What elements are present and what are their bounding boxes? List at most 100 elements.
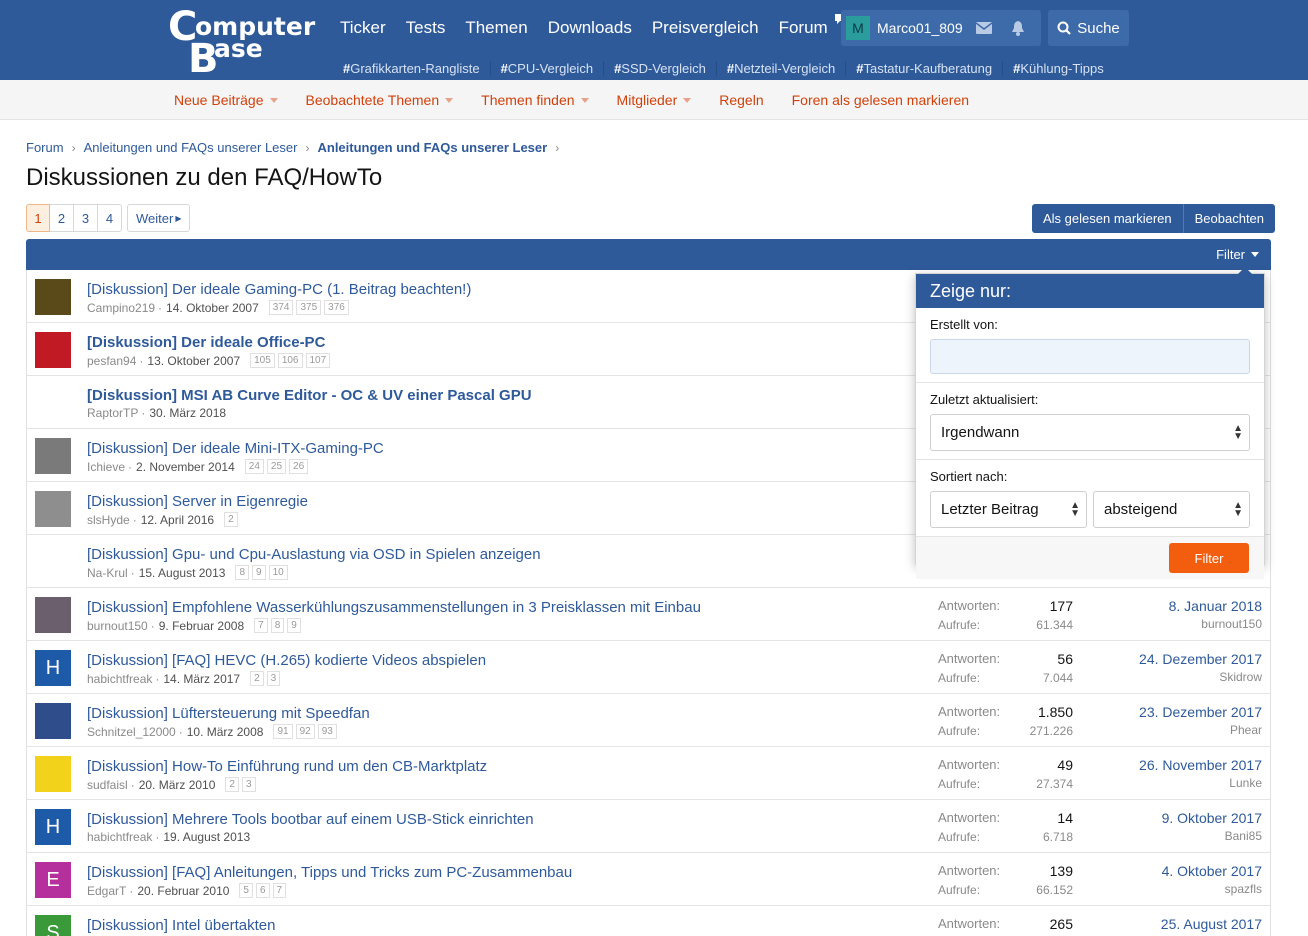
- latest-post-user[interactable]: spazfls: [1162, 882, 1262, 896]
- thread-page-link[interactable]: 2: [225, 777, 239, 792]
- thread-author-link[interactable]: habichtfreak: [87, 672, 152, 686]
- thread-row[interactable]: [Diskussion] Lüftersteuerung mit Speedfa…: [27, 694, 1270, 747]
- thread-start-date[interactable]: 20. Februar 2010: [137, 884, 229, 898]
- breadcrumb-forum[interactable]: Forum: [26, 140, 64, 155]
- thread-title-link[interactable]: [Diskussion] Der ideale Gaming-PC (1. Be…: [87, 281, 471, 298]
- user-menu[interactable]: M Marco01_809: [841, 10, 1041, 46]
- thread-row[interactable]: E [Diskussion] [FAQ] Anleitungen, Tipps u…: [27, 853, 1270, 906]
- subnav-watched-threads[interactable]: Beobachtete Themen: [292, 92, 468, 108]
- thread-page-link[interactable]: 91: [273, 724, 293, 739]
- user-avatar[interactable]: [35, 597, 71, 633]
- created-by-input[interactable]: [930, 339, 1250, 374]
- thread-row[interactable]: H [Diskussion] [FAQ] HEVC (H.265) kodiert…: [27, 641, 1270, 694]
- tag-link[interactable]: #Grafikkarten-Rangliste: [333, 61, 490, 76]
- tag-link[interactable]: #CPU-Vergleich: [489, 60, 604, 76]
- thread-row[interactable]: S [Diskussion] Intel übertakten Antworten:…: [27, 906, 1270, 936]
- thread-start-date[interactable]: 14. Oktober 2007: [166, 301, 259, 315]
- user-avatar[interactable]: H: [35, 809, 71, 845]
- thread-title-link[interactable]: [Diskussion] Intel übertakten: [87, 917, 275, 934]
- nav-themen[interactable]: Themen: [455, 18, 537, 38]
- thread-page-link[interactable]: 7: [254, 618, 268, 633]
- thread-title-link[interactable]: [Diskussion] Der ideale Mini-ITX-Gaming-…: [87, 440, 384, 457]
- watch-button[interactable]: Beobachten: [1183, 204, 1276, 233]
- page-2-button[interactable]: 2: [50, 204, 74, 232]
- user-avatar[interactable]: [35, 438, 71, 474]
- thread-page-link[interactable]: 8: [235, 565, 249, 580]
- thread-title-link[interactable]: [Diskussion] Mehrere Tools bootbar auf e…: [87, 811, 534, 828]
- inbox-icon[interactable]: [967, 10, 1001, 46]
- latest-post-user[interactable]: Skidrow: [1139, 670, 1262, 684]
- thread-author-link[interactable]: Na-Krul: [87, 566, 128, 580]
- latest-post-user[interactable]: Lunke: [1139, 776, 1262, 790]
- thread-start-date[interactable]: 10. März 2008: [187, 725, 264, 739]
- subnav-new-posts[interactable]: Neue Beiträge: [160, 92, 292, 108]
- thread-page-link[interactable]: 375: [296, 300, 322, 315]
- computerbase-logo[interactable]: C omputer B ase: [168, 4, 318, 82]
- thread-title-link[interactable]: [Diskussion] Gpu- und Cpu-Auslastung via…: [87, 546, 541, 563]
- tag-link[interactable]: #Tastatur-Kaufberatung: [845, 60, 1002, 76]
- thread-page-link[interactable]: 5: [239, 883, 253, 898]
- thread-page-link[interactable]: 26: [289, 459, 309, 474]
- apply-filter-button[interactable]: Filter: [1169, 543, 1249, 573]
- nav-downloads[interactable]: Downloads: [538, 18, 642, 38]
- thread-page-link[interactable]: 93: [317, 724, 337, 739]
- latest-post-date[interactable]: 26. November 2017: [1139, 757, 1262, 773]
- thread-row[interactable]: H [Diskussion] Mehrere Tools bootbar auf …: [27, 800, 1270, 853]
- user-avatar[interactable]: H: [35, 650, 71, 686]
- thread-page-link[interactable]: 107: [305, 353, 331, 368]
- thread-start-date[interactable]: 9. Februar 2008: [159, 619, 244, 633]
- thread-title-link[interactable]: [Diskussion] Server in Eigenregie: [87, 493, 308, 510]
- thread-author-link[interactable]: slsHyde: [87, 513, 130, 527]
- subnav-members[interactable]: Mitglieder: [603, 92, 706, 108]
- thread-page-link[interactable]: 376: [324, 300, 349, 315]
- subnav-mark-forums-read[interactable]: Foren als gelesen markieren: [778, 92, 983, 108]
- thread-page-link[interactable]: 24: [244, 459, 264, 474]
- thread-author-link[interactable]: pesfan94: [87, 354, 136, 368]
- filter-toggle[interactable]: Filter: [1216, 247, 1259, 262]
- thread-page-link[interactable]: 2: [224, 512, 238, 527]
- subnav-find-threads[interactable]: Themen finden: [467, 92, 602, 108]
- user-avatar[interactable]: [35, 332, 71, 368]
- latest-post-user[interactable]: Bani85: [1162, 829, 1262, 843]
- thread-page-link[interactable]: 9: [252, 565, 266, 580]
- thread-author-link[interactable]: EdgarT: [87, 884, 126, 898]
- thread-author-link[interactable]: Schnitzel_12000: [87, 725, 176, 739]
- thread-author-link[interactable]: burnout150: [87, 619, 148, 633]
- breadcrumb-category[interactable]: Anleitungen und FAQs unserer Leser: [84, 140, 298, 155]
- thread-page-link[interactable]: 8: [270, 618, 285, 633]
- thread-start-date[interactable]: 2. November 2014: [136, 460, 235, 474]
- thread-page-link[interactable]: 10: [268, 565, 288, 580]
- thread-page-link[interactable]: 3: [241, 777, 256, 792]
- page-3-button[interactable]: 3: [74, 204, 98, 232]
- thread-page-link[interactable]: 7: [272, 883, 287, 898]
- tag-link[interactable]: #Netzteil-Vergleich: [715, 60, 845, 76]
- thread-start-date[interactable]: 14. März 2017: [163, 672, 240, 686]
- thread-page-link[interactable]: 2: [250, 671, 264, 686]
- next-page-button[interactable]: Weiter ▶: [127, 204, 191, 232]
- thread-title-link[interactable]: [Diskussion] How-To Einführung rund um d…: [87, 758, 487, 775]
- page-4-button[interactable]: 4: [98, 204, 122, 232]
- thread-start-date[interactable]: 30. März 2018: [149, 406, 226, 420]
- thread-start-date[interactable]: 19. August 2013: [163, 830, 250, 844]
- nav-forum[interactable]: Forum: [769, 14, 851, 38]
- thread-author-link[interactable]: Campino219: [87, 301, 155, 315]
- thread-author-link[interactable]: sudfaisl: [87, 778, 128, 792]
- thread-start-date[interactable]: 15. August 2013: [139, 566, 226, 580]
- subnav-rules[interactable]: Regeln: [705, 92, 777, 108]
- page-1-button[interactable]: 1: [26, 204, 50, 232]
- tag-link[interactable]: #SSD-Vergleich: [603, 60, 716, 76]
- thread-title-link[interactable]: [Diskussion] Empfohlene Wasserkühlungszu…: [87, 599, 701, 616]
- thread-page-link[interactable]: 105: [250, 353, 275, 368]
- nav-tests[interactable]: Tests: [396, 18, 456, 38]
- nav-preisvergleich[interactable]: Preisvergleich: [642, 18, 769, 38]
- bell-icon[interactable]: [1001, 10, 1035, 46]
- sort-field-select[interactable]: Letzter Beitrag ▲ ▼: [930, 491, 1087, 528]
- search-button[interactable]: Suche: [1048, 10, 1129, 46]
- latest-post-date[interactable]: 9. Oktober 2017: [1162, 810, 1262, 826]
- nav-ticker[interactable]: Ticker: [330, 18, 396, 38]
- thread-row[interactable]: [Diskussion] How-To Einführung rund um d…: [27, 747, 1270, 800]
- tag-link[interactable]: #Kühlung-Tipps: [1002, 60, 1114, 76]
- thread-page-link[interactable]: 3: [266, 671, 281, 686]
- thread-row[interactable]: [Diskussion] Empfohlene Wasserkühlungszu…: [27, 588, 1270, 641]
- thread-start-date[interactable]: 20. März 2010: [139, 778, 216, 792]
